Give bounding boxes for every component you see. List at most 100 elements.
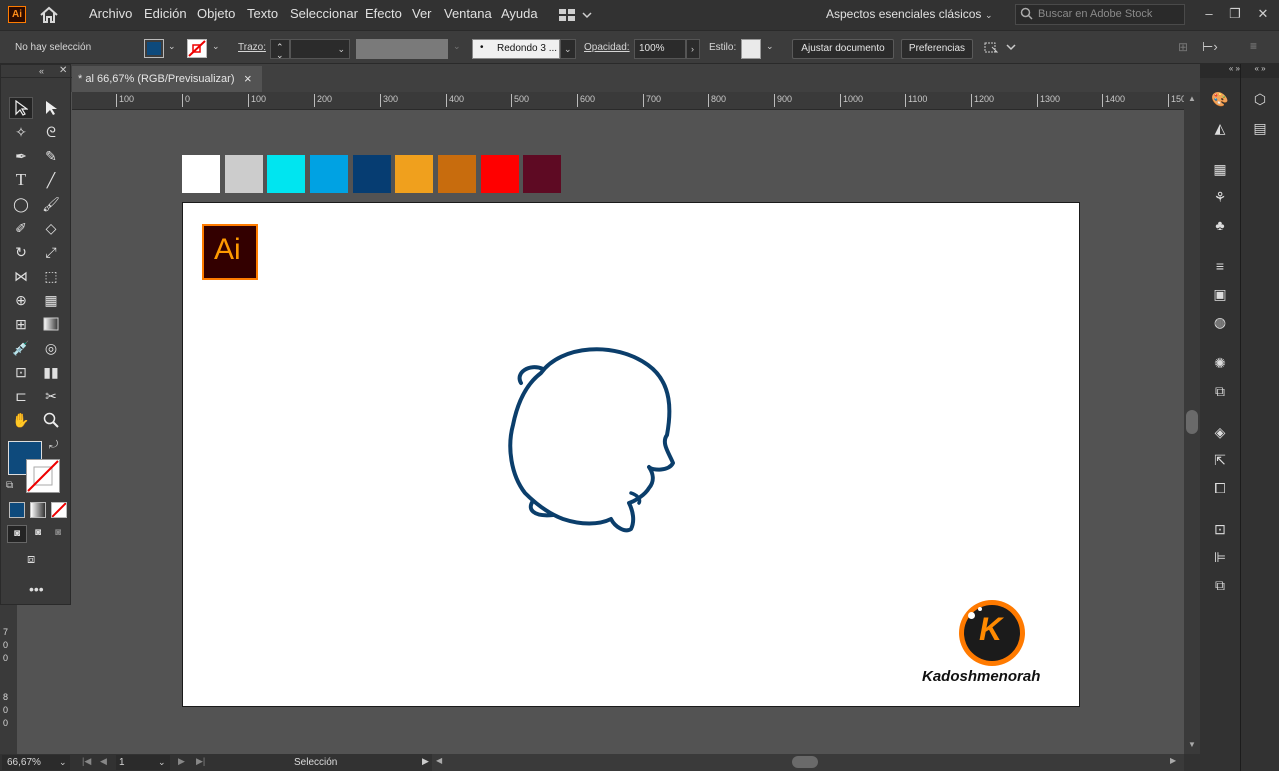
close-tab-icon[interactable]: × xyxy=(244,66,252,92)
vertical-scrollbar[interactable]: ▲ ▼ xyxy=(1184,92,1200,754)
swap-fill-stroke-icon[interactable]: ⤾ xyxy=(49,439,58,452)
eyedropper-tool-icon[interactable]: 💉 xyxy=(9,337,33,359)
artboard-number-field[interactable]: 1 ⌄ xyxy=(116,755,170,770)
default-fill-stroke-icon[interactable]: ⧉ xyxy=(6,480,13,491)
transform-icon[interactable]: ⊢› xyxy=(1202,39,1226,55)
swatch-cyan[interactable] xyxy=(267,155,305,193)
collapse-toolbox-icon[interactable]: « xyxy=(39,66,44,76)
hand-tool-icon[interactable]: ✋ xyxy=(9,409,33,431)
align-panel-icon[interactable]: ⊫ xyxy=(1207,544,1233,570)
lasso-tool-icon[interactable]: ᘓ xyxy=(39,121,63,143)
brush-definition[interactable]: • Redondo 3 ... xyxy=(472,39,560,59)
symbol-sprayer-tool-icon[interactable]: ⊡ xyxy=(9,361,33,383)
menu-objeto[interactable]: Objeto xyxy=(197,0,235,30)
draw-inside-icon[interactable]: ◙ xyxy=(49,525,67,541)
menu-texto[interactable]: Texto xyxy=(247,0,278,30)
draw-normal-icon[interactable]: ◙ xyxy=(7,525,27,543)
mesh-tool-icon[interactable]: ⊞ xyxy=(9,313,33,335)
draw-behind-icon[interactable]: ◙ xyxy=(29,525,47,541)
stroke-none-box[interactable] xyxy=(187,39,207,58)
perspective-grid-tool-icon[interactable]: ▦ xyxy=(39,289,63,311)
color-guide-icon[interactable]: ◭ xyxy=(1207,115,1233,141)
libraries-panel-icon[interactable]: ⬡ xyxy=(1247,86,1273,112)
direct-selection-tool-icon[interactable] xyxy=(39,97,63,119)
stroke-label[interactable]: Trazo: xyxy=(238,42,266,53)
free-transform-tool-icon[interactable]: ⬚ xyxy=(39,265,63,287)
artboards-panel-icon[interactable]: ⧠ xyxy=(1207,475,1233,501)
graphic-styles-icon[interactable]: ⧉ xyxy=(1207,378,1233,404)
preferences-button[interactable]: Preferencias xyxy=(901,39,973,59)
asset-export-icon[interactable]: ⇱ xyxy=(1207,447,1233,473)
opacity-arrow[interactable]: › xyxy=(686,39,700,59)
close-toolbox-icon[interactable]: ✕ xyxy=(59,65,67,76)
fill-color-box[interactable] xyxy=(144,39,164,58)
magic-wand-tool-icon[interactable]: ✧ xyxy=(9,121,33,143)
line-tool-icon[interactable]: ╱ xyxy=(39,169,63,191)
brushes-panel-icon[interactable]: ⚘ xyxy=(1207,184,1233,210)
symbols-panel-icon[interactable]: ♣ xyxy=(1207,212,1233,238)
scale-tool-icon[interactable]: ⤢ xyxy=(39,241,63,263)
screen-mode-icon[interactable]: ⧈ xyxy=(27,551,35,567)
selection-tool-icon[interactable] xyxy=(9,97,33,119)
chevron-down-icon[interactable]: ⌄ xyxy=(168,41,176,52)
restore-button[interactable]: ❐ xyxy=(1222,0,1248,30)
minimize-button[interactable]: – xyxy=(1196,0,1222,30)
artboard[interactable]: Ai K Kadoshmenorah xyxy=(182,202,1080,707)
scroll-left-icon[interactable]: ◀ xyxy=(436,756,442,765)
stroke-weight-field[interactable]: ⌄ xyxy=(290,39,350,59)
gradient-mode-icon[interactable] xyxy=(30,502,46,518)
last-artboard-icon[interactable]: ▶| xyxy=(196,756,205,767)
swatch-amber[interactable] xyxy=(395,155,433,193)
transparency-panel-icon[interactable]: ◍ xyxy=(1207,309,1233,335)
search-input[interactable]: Buscar en Adobe Stock xyxy=(1015,4,1185,25)
menu-edicion[interactable]: Edición xyxy=(144,0,187,30)
eraser-tool-icon[interactable]: ◇ xyxy=(39,217,63,239)
column-graph-tool-icon[interactable]: ▮▮ xyxy=(39,361,63,383)
blend-tool-icon[interactable]: ◎ xyxy=(39,337,63,359)
variable-width-profile[interactable] xyxy=(356,39,448,59)
shape-builder-tool-icon[interactable]: ⊕ xyxy=(9,289,33,311)
ellipse-tool-icon[interactable]: ◯ xyxy=(9,193,33,215)
panel-menu-icon[interactable]: ≡ xyxy=(1250,39,1266,55)
pen-tool-icon[interactable]: ✒ xyxy=(9,145,33,167)
align-icon[interactable]: ⊞ xyxy=(1178,40,1194,56)
scroll-thumb[interactable] xyxy=(1186,410,1198,434)
brush-dropdown[interactable]: ⌄ xyxy=(560,39,576,59)
horizontal-ruler[interactable]: 100 0 100 200 300 400 500 600 700 800 90… xyxy=(72,92,1184,110)
layers-panel-icon[interactable]: ◈ xyxy=(1207,419,1233,445)
artboard-tool-icon[interactable]: ⊏ xyxy=(9,385,33,407)
color-mode-icon[interactable] xyxy=(9,502,25,518)
stroke-none-icon[interactable] xyxy=(26,459,60,493)
none-mode-icon[interactable] xyxy=(51,502,67,518)
arrange-icon[interactable] xyxy=(983,40,1017,56)
shaper-tool-icon[interactable]: ✐ xyxy=(9,217,33,239)
swatch-red[interactable] xyxy=(481,155,519,193)
slice-tool-icon[interactable]: ✂ xyxy=(39,385,63,407)
swatch-maroon[interactable] xyxy=(523,155,561,193)
opacity-field[interactable]: 100% xyxy=(634,39,686,59)
next-artboard-icon[interactable]: ▶ xyxy=(178,756,185,767)
curvature-tool-icon[interactable]: ✎ xyxy=(39,145,63,167)
swatch-dark-orange[interactable] xyxy=(438,155,476,193)
scroll-up-icon[interactable]: ▲ xyxy=(1188,94,1196,103)
swatches-panel-icon[interactable]: ▦ xyxy=(1207,156,1233,182)
expand-dock-icon[interactable]: « » xyxy=(1241,64,1279,78)
transform-panel-icon[interactable]: ⊡ xyxy=(1207,516,1233,542)
style-swatch[interactable] xyxy=(741,39,761,59)
swatch-light-gray[interactable] xyxy=(225,155,263,193)
status-menu-arrow-icon[interactable]: ▶ xyxy=(422,756,429,767)
type-tool-icon[interactable]: T xyxy=(9,169,33,191)
chevron-down-icon[interactable]: ⌄ xyxy=(985,10,993,21)
paintbrush-tool-icon[interactable]: 🖌 xyxy=(39,193,63,215)
swatch-navy[interactable] xyxy=(353,155,391,193)
swatch-white[interactable] xyxy=(182,155,220,193)
properties-panel-icon[interactable]: ▤ xyxy=(1247,115,1273,141)
appearance-panel-icon[interactable]: ✺ xyxy=(1207,350,1233,376)
menu-ayuda[interactable]: Ayuda xyxy=(501,0,538,30)
menu-archivo[interactable]: Archivo xyxy=(89,0,132,30)
close-window-button[interactable]: ✕ xyxy=(1250,0,1276,30)
menu-efecto[interactable]: Efecto xyxy=(365,0,402,30)
stroke-panel-icon[interactable]: ≡ xyxy=(1207,253,1233,279)
horizontal-scrollbar[interactable]: ◀ ▶ xyxy=(432,754,1184,771)
scroll-right-icon[interactable]: ▶ xyxy=(1170,756,1176,765)
